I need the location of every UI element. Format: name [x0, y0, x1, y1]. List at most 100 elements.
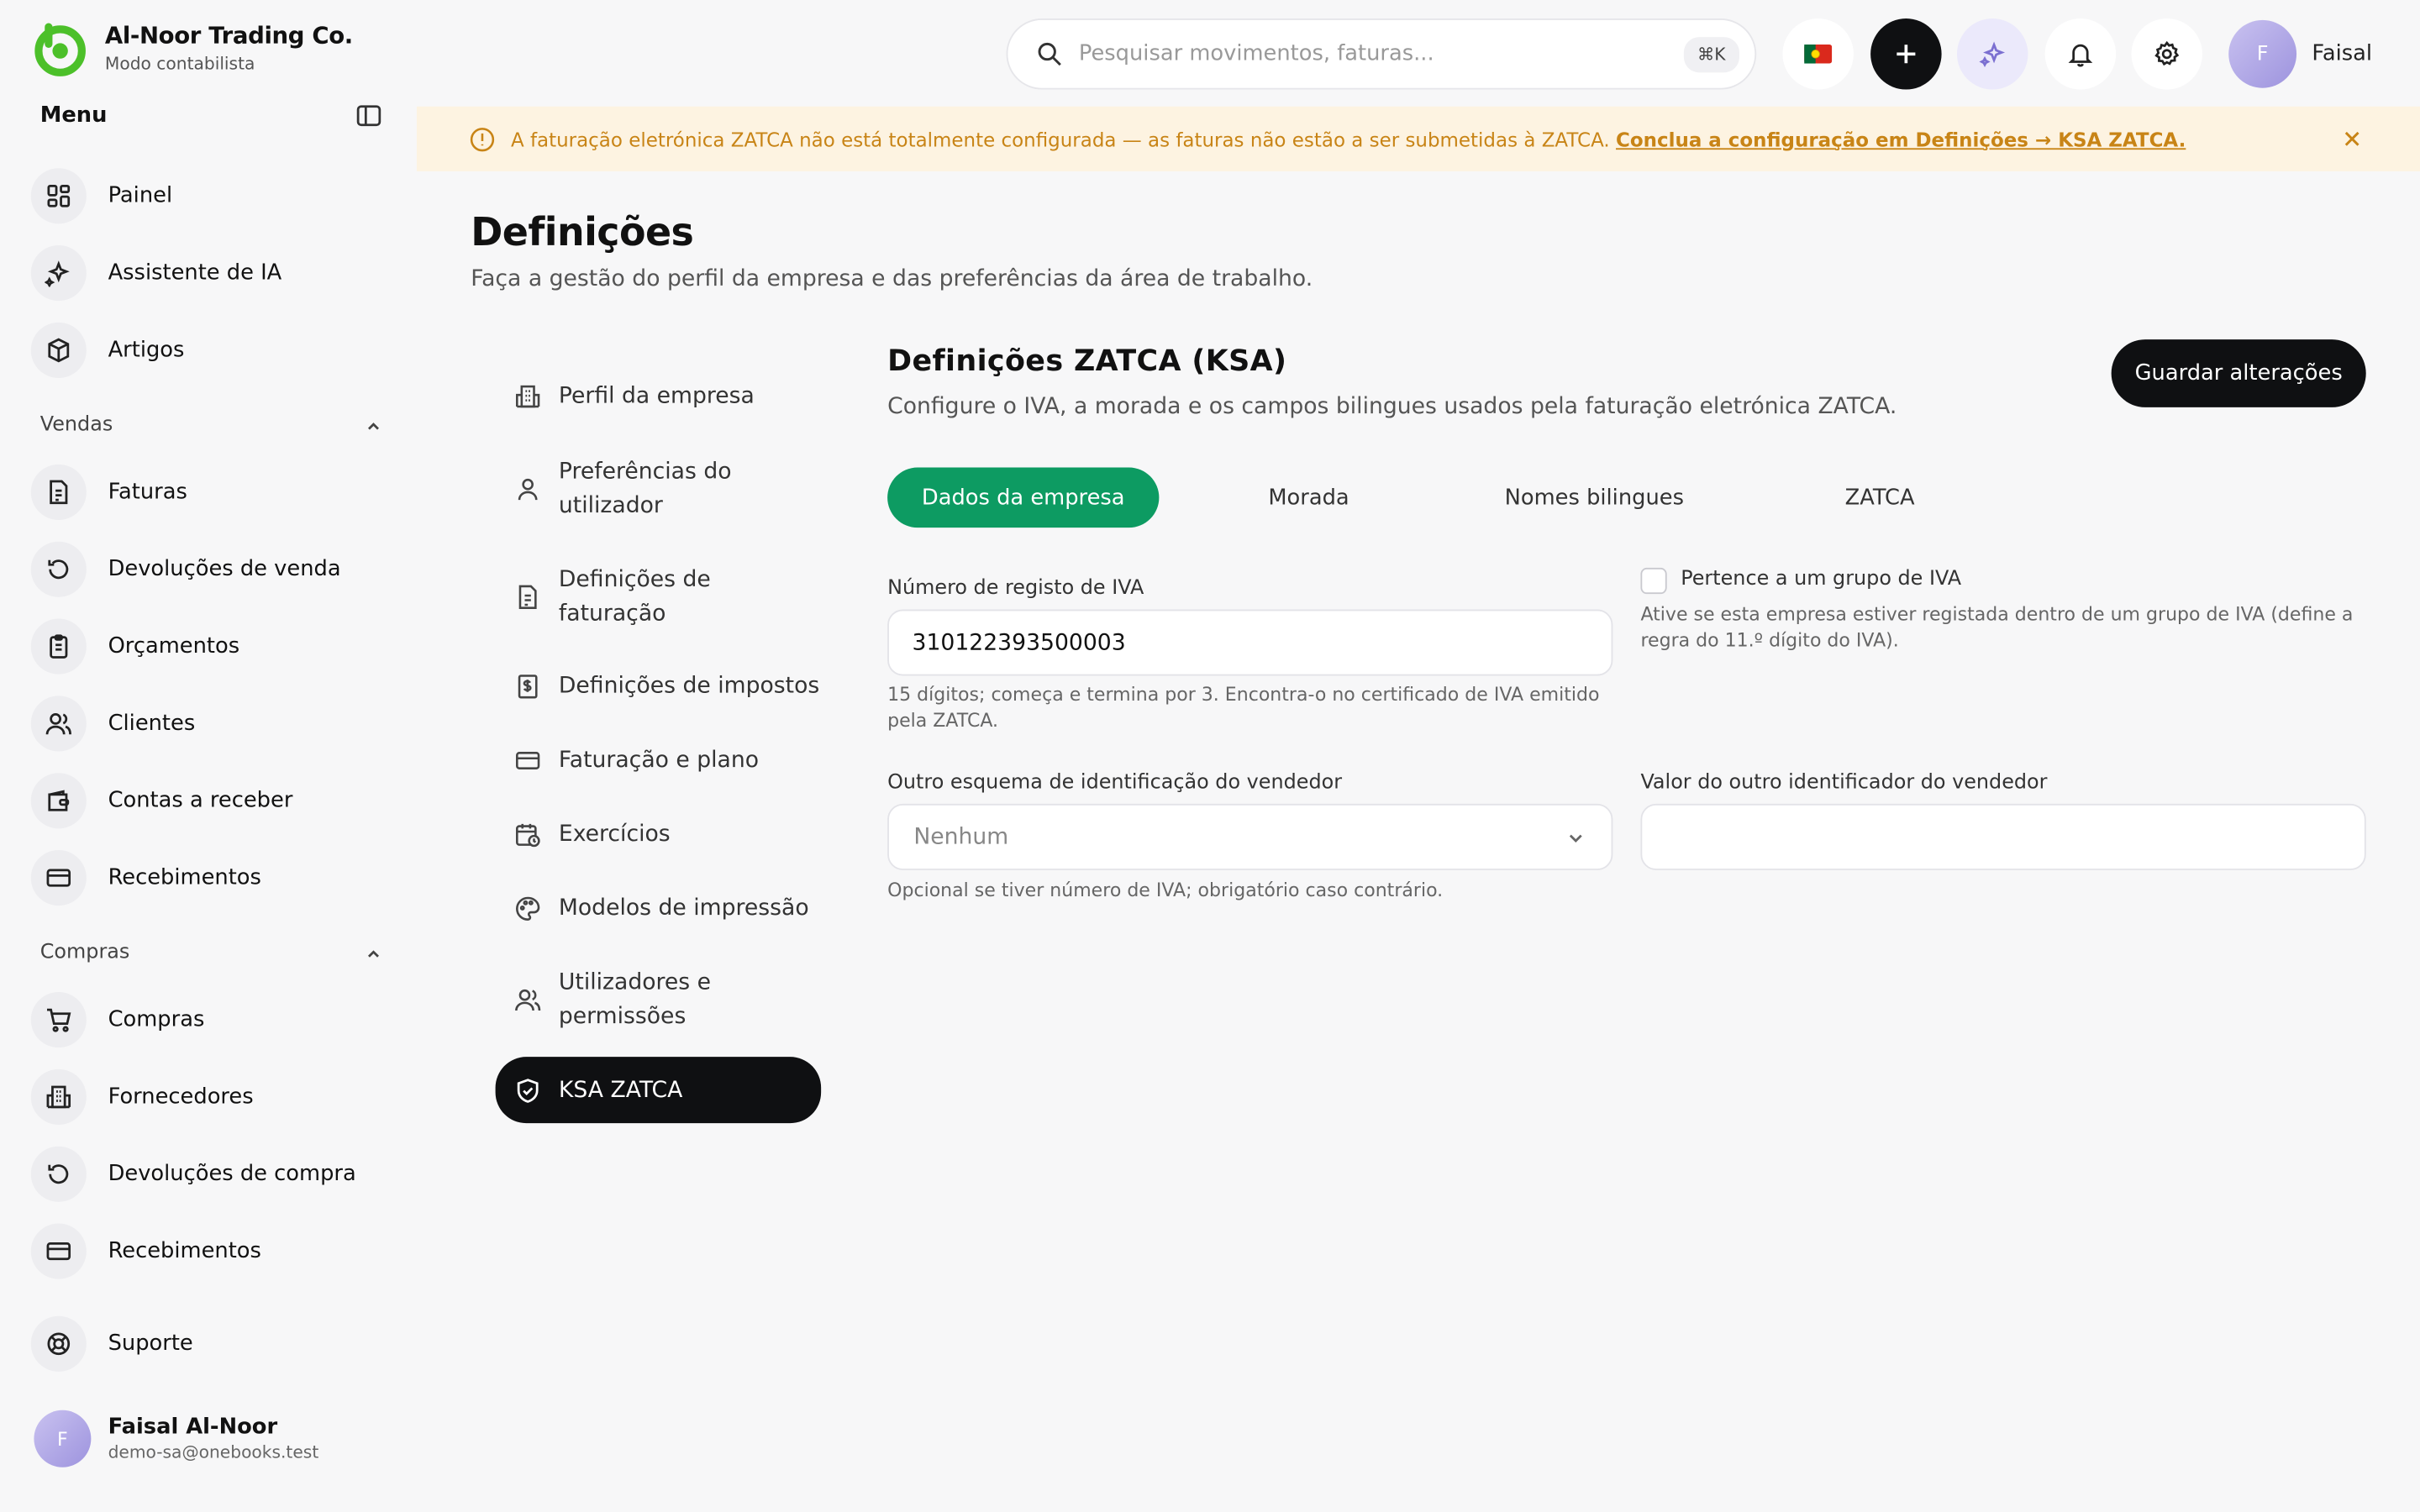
- save-button[interactable]: Guardar alterações: [2111, 339, 2366, 407]
- plus-icon: [1897, 45, 1916, 64]
- sidebar-item-assistente[interactable]: Assistente de IA: [30, 242, 282, 303]
- settings-nav-plano[interactable]: Faturação e plano: [496, 728, 822, 793]
- user-email: demo-sa@onebooks.test: [108, 1442, 319, 1463]
- vat-group-help: Ative se esta empresa estiver registada …: [1640, 603, 2354, 652]
- tab-zatca[interactable]: ZATCA: [1744, 468, 2016, 528]
- banner-text: A faturação eletrónica ZATCA não está to…: [510, 127, 1610, 151]
- other-scheme-select[interactable]: Nenhum: [887, 803, 1613, 870]
- sidebar-item-label: Suporte: [108, 1331, 193, 1357]
- notifications-button[interactable]: [2044, 18, 2117, 90]
- section-title: Definições ZATCA (KSA): [887, 344, 1287, 378]
- sidebar-item-recebimentos-venda[interactable]: Recebimentos: [30, 847, 261, 908]
- card-icon: [46, 869, 71, 887]
- sidebar-item-compras[interactable]: Compras: [30, 989, 205, 1050]
- language-button[interactable]: [1782, 18, 1854, 90]
- settings-nav-modelos[interactable]: Modelos de impressão: [496, 876, 822, 941]
- section-vendas[interactable]: Vendas: [40, 413, 383, 437]
- sidebar-item-label: Devoluções de venda: [108, 557, 341, 582]
- sidebar-item-painel[interactable]: Painel: [30, 165, 173, 227]
- settings-nav-label: Perfil da empresa: [558, 384, 755, 409]
- settings-nav-label: Utilizadores e permissões: [558, 970, 712, 1030]
- avatar: F: [2228, 19, 2297, 88]
- vat-label: Número de registo de IVA: [887, 576, 1144, 601]
- company-mode: Modo contabilista: [104, 54, 255, 75]
- palette-icon: [516, 896, 540, 921]
- settings-nav-label: Definições de impostos: [558, 674, 820, 700]
- lifebuoy-icon: [47, 1332, 71, 1356]
- user-icon: [518, 478, 538, 501]
- section-title: Compras: [39, 941, 130, 964]
- search-input[interactable]: [1078, 41, 1684, 66]
- settings-nav-perfil[interactable]: Perfil da empresa: [496, 364, 822, 428]
- vat-group-checkbox[interactable]: [1640, 567, 1667, 595]
- bell-icon: [2068, 44, 2093, 67]
- document-icon: [518, 585, 537, 609]
- sidebar-item-label: Contas a receber: [108, 788, 293, 813]
- global-search[interactable]: ⌘K: [1006, 18, 1757, 90]
- building-icon: [516, 385, 540, 408]
- cart-icon: [47, 1008, 71, 1032]
- ai-assistant-button[interactable]: [1956, 18, 2028, 90]
- settings-nav-faturacao[interactable]: Definições de faturação: [496, 555, 822, 638]
- tab-nomes-bilingues[interactable]: Nomes bilingues: [1459, 468, 1730, 528]
- banner-settings-link[interactable]: Conclua a configuração em Definições → K…: [1616, 128, 2186, 151]
- search-shortcut: ⌘K: [1683, 36, 1739, 72]
- current-user[interactable]: F Faisal Al-Noor demo-sa@onebooks.test: [34, 1410, 318, 1467]
- sidebar-item-recebimentos-compra[interactable]: Recebimentos: [30, 1221, 261, 1282]
- settings-nav-ksa-zatca[interactable]: KSA ZATCA: [495, 1057, 822, 1124]
- other-value-input[interactable]: [1640, 803, 2366, 870]
- gear-icon: [2154, 40, 2180, 66]
- app-root: Al-Noor Trading Co. Modo contabilista Me…: [0, 0, 2420, 1512]
- settings-nav-label: Definições de faturação: [558, 567, 711, 627]
- settings-nav-label: Modelos de impressão: [558, 896, 809, 921]
- user-name: Faisal Al-Noor: [108, 1415, 278, 1440]
- sidebar-item-contas-receber[interactable]: Contas a receber: [30, 770, 293, 832]
- shield-icon: [517, 1078, 539, 1102]
- sidebar-item-label: Compras: [108, 1007, 205, 1032]
- sidebar-item-devolucoes-venda[interactable]: Devoluções de venda: [30, 538, 341, 600]
- sidebar-item-devolucoes-compra[interactable]: Devoluções de compra: [30, 1143, 356, 1205]
- chevron-down-icon: [1569, 833, 1582, 843]
- close-icon[interactable]: [2339, 127, 2364, 151]
- settings-nav-exercicios[interactable]: Exercícios: [496, 802, 822, 867]
- search-icon: [1038, 42, 1061, 66]
- company-name: Al-Noor Trading Co.: [104, 21, 353, 50]
- brand[interactable]: Al-Noor Trading Co. Modo contabilista: [31, 18, 353, 77]
- user-name: Faisal: [2312, 41, 2373, 66]
- settings-button[interactable]: [2131, 18, 2203, 90]
- card-icon: [46, 1242, 71, 1261]
- sparkle-icon: [45, 260, 70, 287]
- calendar-icon: [516, 823, 540, 848]
- page-subtitle: Faça a gestão do perfil da empresa e das…: [471, 266, 1313, 292]
- other-scheme-label: Outro esquema de identificação do vended…: [887, 771, 1343, 795]
- section-title: Vendas: [39, 413, 113, 437]
- wallet-icon: [48, 790, 70, 811]
- other-scheme-help: Opcional se tiver número de IVA; obrigat…: [887, 879, 1444, 901]
- sidebar-item-faturas[interactable]: Faturas: [30, 461, 187, 522]
- settings-nav-preferencias[interactable]: Preferências do utilizador: [496, 448, 822, 531]
- sidebar-item-suporte[interactable]: Suporte: [30, 1313, 193, 1374]
- section-compras[interactable]: Compras: [40, 941, 383, 964]
- sidebar-item-label: Painel: [108, 183, 173, 208]
- sidebar-item-clientes[interactable]: Clientes: [30, 693, 196, 754]
- sidebar-item-label: Recebimentos: [108, 865, 261, 890]
- settings-nav-impostos[interactable]: Definições de impostos: [496, 654, 822, 719]
- zatca-warning-banner: A faturação eletrónica ZATCA não está to…: [416, 106, 2420, 171]
- vat-number-input[interactable]: [887, 609, 1613, 676]
- users-icon: [515, 989, 541, 1011]
- clipboard-icon: [50, 634, 68, 659]
- sidebar-item-label: Clientes: [108, 711, 196, 737]
- avatar: F: [34, 1410, 92, 1467]
- settings-nav-utilizadores[interactable]: Utilizadores e permissões: [496, 958, 822, 1042]
- user-menu[interactable]: F Faisal: [2228, 19, 2373, 88]
- sidebar-item-fornecedores[interactable]: Fornecedores: [30, 1066, 254, 1127]
- sidebar-toggle-icon[interactable]: [355, 102, 382, 129]
- create-new-button[interactable]: [1870, 18, 1942, 90]
- sidebar-item-artigos[interactable]: Artigos: [30, 319, 184, 381]
- tab-dados-empresa[interactable]: Dados da empresa: [887, 467, 1160, 528]
- page-title: Definições: [471, 209, 694, 255]
- chevron-up-icon: [368, 422, 379, 429]
- tab-morada[interactable]: Morada: [1173, 468, 1444, 528]
- tax-icon: [518, 675, 538, 699]
- sidebar-item-orcamentos[interactable]: Orçamentos: [30, 616, 239, 677]
